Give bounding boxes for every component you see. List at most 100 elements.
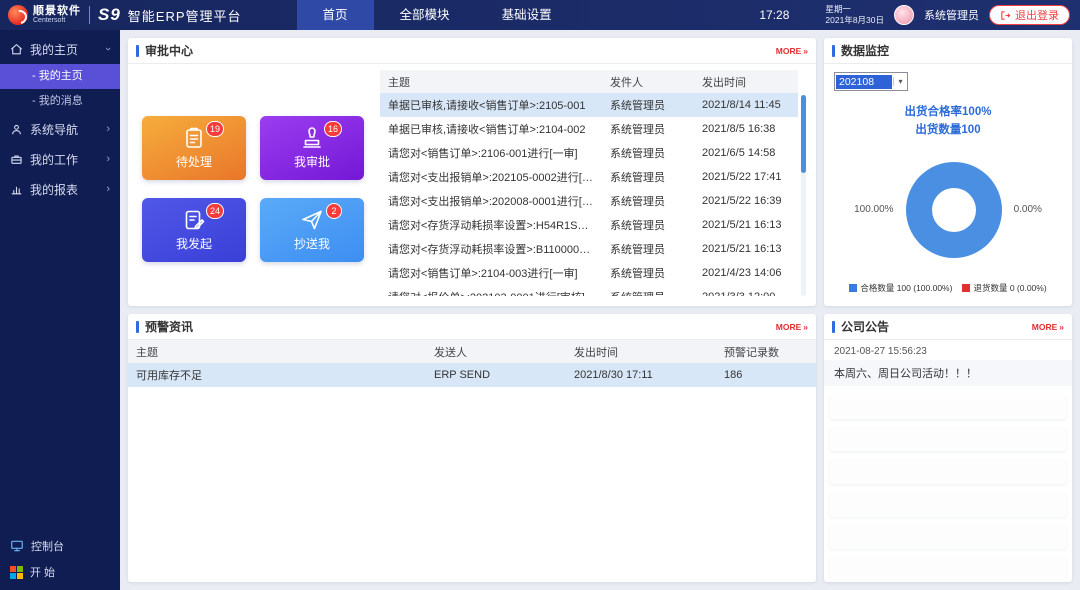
legend-swatch-blue (849, 284, 857, 292)
tile-label: 我审批 (294, 153, 330, 170)
announcement-timestamp: 2021-08-27 15:56:23 (824, 340, 1072, 360)
period-value: 202108 (836, 75, 892, 89)
approval-scrollbar[interactable] (801, 95, 806, 296)
approval-row[interactable]: 请您对<支出报销单>:202008-0001进行[审核]系统管理员2021/5/… (380, 189, 798, 213)
product-badge: S9 (98, 5, 121, 25)
top-nav: 首页 全部模块 基础设置 (297, 0, 578, 30)
date-label: 2021年8月30日 (825, 15, 884, 26)
approval-table-wrap: 主题 发件人 发出时间 单据已审核,请接收<销售订单>:2105-001系统管理… (380, 70, 806, 296)
tile-my-approvals[interactable]: 16 我审批 (260, 116, 364, 180)
app-title: 智能ERP管理平台 (128, 6, 242, 25)
col-time: 发出时间 (694, 70, 798, 93)
announcement-empty-row (830, 558, 1066, 582)
period-select[interactable]: 202108 ▾ (834, 72, 908, 91)
donut-right-label: 0.00% (1014, 204, 1042, 215)
tile-initiated-by-me[interactable]: 24 我发起 (142, 198, 246, 262)
user-avatar[interactable] (894, 5, 914, 25)
title-accent-bar (136, 321, 139, 333)
approval-table: 主题 发件人 发出时间 单据已审核,请接收<销售订单>:2105-001系统管理… (380, 70, 798, 296)
sidebar-footer: 控制台 开 始 (0, 530, 120, 590)
chevron-down-icon: › (102, 47, 114, 51)
approval-center-panel: 审批中心 MORE» 19 待处理 16 我审批 24 (128, 38, 816, 306)
announcement-panel-title: 公司公告 (841, 318, 889, 335)
announcement-empty-row (830, 526, 1066, 550)
paper-plane-icon (300, 208, 324, 232)
brand: 顺景软件 Centersoft S9 智能ERP管理平台 (0, 5, 242, 25)
sidebar-item-my-home[interactable]: 我的主页 › (0, 34, 120, 64)
sidebar-item-label: 我的主页 (30, 41, 78, 58)
logout-button[interactable]: 退出登录 (989, 5, 1070, 25)
announcement-content[interactable]: 本周六、周日公司活动！！！ (824, 360, 1072, 386)
monitor-panel-header: 数据监控 (824, 38, 1072, 64)
top-header: 顺景软件 Centersoft S9 智能ERP管理平台 首页 全部模块 基础设… (0, 0, 1080, 30)
announcement-panel: 公司公告 MORE» 2021-08-27 15:56:23 本周六、周日公司活… (824, 314, 1072, 582)
warning-panel-header: 预警资讯 MORE» (128, 314, 816, 340)
initiated-count-badge: 24 (206, 203, 224, 219)
dropdown-arrow-icon: ▾ (893, 77, 907, 86)
chevron-right-icon: › (106, 153, 110, 165)
donut-left-label: 100.00% (854, 204, 893, 215)
announcement-more-link[interactable]: MORE» (1032, 322, 1064, 332)
monitor-panel-title: 数据监控 (841, 42, 889, 59)
top-right: 17:28 星期一 2021年8月30日 系统管理员 退出登录 (759, 4, 1080, 26)
approval-row[interactable]: 请您对<存货浮动耗损率设置>:H54R1S006002进行[审核]系统管理员20… (380, 213, 798, 237)
announcement-empty-row (830, 493, 1066, 517)
monitor-panel-body: 202108 ▾ 出货合格率100% 出货数量100 100.00% 0.00%… (824, 64, 1072, 306)
col-count: 预警记录数 (716, 340, 816, 363)
col-subject: 主题 (380, 70, 602, 93)
warning-info-panel: 预警资讯 MORE» 主题 发送人 发出时间 预警记录数 (128, 314, 816, 582)
sidebar-item-label: 我的工作 (30, 151, 78, 168)
legend-returned: 退货数量 0 (0.00%) (962, 282, 1046, 294)
chevron-right-icon: › (106, 123, 110, 135)
approval-more-link[interactable]: MORE» (776, 46, 808, 56)
warning-row[interactable]: 可用库存不足 ERP SEND 2021/8/30 17:11 186 (128, 363, 816, 387)
sidebar-subitem-my-messages[interactable]: 我的消息 (0, 89, 120, 114)
logo-title: 顺景软件 (33, 6, 81, 18)
sidebar-item-label: 我的报表 (30, 181, 78, 198)
approval-row[interactable]: 请您对<销售订单>:2104-003进行[一审]系统管理员2021/4/23 1… (380, 261, 798, 285)
approval-row[interactable]: 请您对<支出报销单>:202105-0002进行[审核]系统管理员2021/5/… (380, 165, 798, 189)
warning-table: 主题 发送人 发出时间 预警记录数 可用库存不足 ERP SEND 2021/8… (128, 340, 816, 387)
approval-row[interactable]: 单据已审核,请接收<销售订单>:2104-002系统管理员2021/8/5 16… (380, 117, 798, 141)
approval-row[interactable]: 请您对<报价单>:202103-0001进行[审核]系统管理员2021/3/3 … (380, 285, 798, 296)
tile-cc-me[interactable]: 2 抄送我 (260, 198, 364, 262)
tab-basic-settings[interactable]: 基础设置 (476, 0, 578, 30)
briefcase-icon (10, 153, 23, 166)
pending-count-badge: 19 (206, 121, 224, 137)
start-label: 开 始 (30, 564, 55, 580)
date-block: 星期一 2021年8月30日 (825, 4, 884, 26)
start-icon (10, 566, 23, 579)
warning-more-link[interactable]: MORE» (776, 322, 808, 332)
main-content: 审批中心 MORE» 19 待处理 16 我审批 24 (120, 30, 1080, 590)
approval-row[interactable]: 单据已审核,请接收<销售订单>:2105-001系统管理员2021/8/14 1… (380, 93, 798, 117)
sidebar-item-my-work[interactable]: 我的工作 › (0, 144, 120, 174)
approval-row[interactable]: 请您对<销售订单>:2106-001进行[一审]系统管理员2021/6/5 14… (380, 141, 798, 165)
approval-panel-title: 审批中心 (145, 42, 193, 59)
sidebar-item-system-nav[interactable]: 系统导航 › (0, 114, 120, 144)
logout-label: 退出登录 (1015, 7, 1059, 23)
sidebar-item-label: 系统导航 (30, 121, 78, 138)
sidebar-subitem-my-home[interactable]: 我的主页 (0, 64, 120, 89)
my-approvals-count-badge: 16 (324, 121, 342, 137)
tile-pending[interactable]: 19 待处理 (142, 116, 246, 180)
announcement-empty-row (830, 460, 1066, 484)
tab-home[interactable]: 首页 (297, 0, 374, 30)
announcement-panel-body: 2021-08-27 15:56:23 本周六、周日公司活动！！！ (824, 340, 1072, 582)
donut-hole (932, 188, 976, 232)
clock: 17:28 (759, 8, 789, 22)
col-subject: 主题 (128, 340, 426, 363)
warning-panel-body: 主题 发送人 发出时间 预警记录数 可用库存不足 ERP SEND 2021/8… (128, 340, 816, 582)
legend-qualified: 合格数量 100 (100.00%) (849, 282, 952, 294)
username[interactable]: 系统管理员 (924, 7, 979, 23)
start-button[interactable]: 开 始 (10, 564, 110, 580)
chart-legend: 合格数量 100 (100.00%) 退货数量 0 (0.00%) (834, 282, 1062, 294)
cc-count-badge: 2 (326, 203, 342, 219)
console-button[interactable]: 控制台 (10, 538, 110, 554)
tile-label: 我发起 (176, 235, 212, 252)
chevron-right-icon: › (106, 183, 110, 195)
col-sender: 发送人 (426, 340, 566, 363)
approval-row[interactable]: 请您对<存货浮动耗损率设置>:B11000001进行[审核]系统管理员2021/… (380, 237, 798, 261)
tab-all-modules[interactable]: 全部模块 (374, 0, 476, 30)
clipboard-icon (182, 126, 206, 150)
sidebar-item-my-reports[interactable]: 我的报表 › (0, 174, 120, 204)
